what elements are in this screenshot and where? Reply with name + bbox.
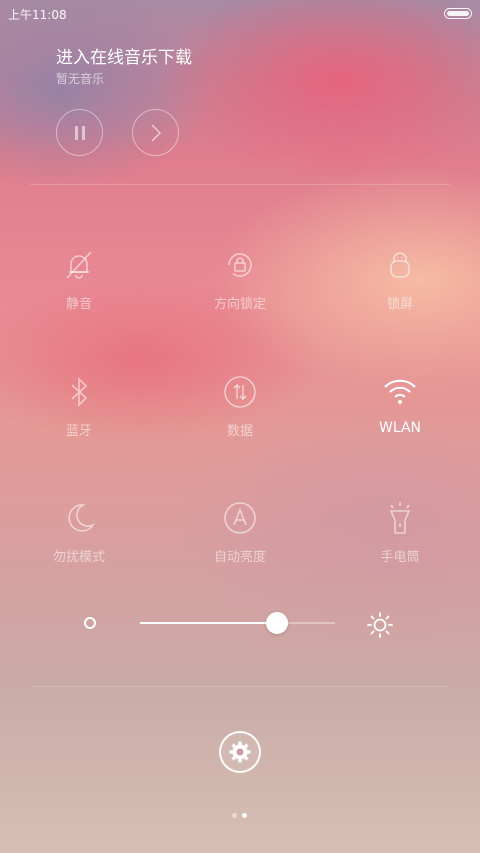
status-time: 上午11:08 bbox=[8, 8, 67, 22]
next-button[interactable] bbox=[132, 109, 179, 156]
toggle-label: 手电筒 bbox=[380, 550, 420, 565]
music-title[interactable]: 进入在线音乐下载 bbox=[56, 43, 192, 68]
divider bbox=[30, 686, 450, 687]
toggle-mobile-data[interactable]: 数据 bbox=[185, 374, 295, 454]
toggle-label: 锁屏 bbox=[386, 297, 413, 312]
toggle-label: 数据 bbox=[226, 424, 253, 439]
toggle-flashlight[interactable]: 手电筒 bbox=[345, 500, 455, 580]
toggle-label: 方向锁定 bbox=[213, 297, 266, 312]
toggle-do-not-disturb[interactable]: 勿扰模式 bbox=[24, 500, 134, 580]
music-subtitle: 暂无音乐 bbox=[56, 72, 105, 86]
toggle-label: 静音 bbox=[65, 297, 92, 312]
toggle-label: WLAN bbox=[378, 420, 421, 436]
brightness-slider[interactable] bbox=[140, 622, 335, 624]
toggle-rotation-lock[interactable]: 方向锁定 bbox=[185, 247, 295, 327]
toggle-auto-brightness[interactable]: 自动亮度 bbox=[185, 500, 295, 580]
status-bar: 上午11:08 bbox=[0, 0, 480, 26]
chevron-right-icon bbox=[150, 123, 161, 142]
lock-icon bbox=[390, 252, 410, 278]
moon-icon bbox=[68, 504, 96, 532]
gear-icon bbox=[229, 741, 251, 763]
bell-off-icon bbox=[66, 251, 92, 279]
pause-button[interactable] bbox=[56, 109, 103, 156]
toggle-label: 自动亮度 bbox=[213, 550, 266, 565]
toggle-label: 勿扰模式 bbox=[52, 550, 105, 565]
toggle-label: 蓝牙 bbox=[65, 424, 92, 439]
settings-button[interactable] bbox=[219, 731, 261, 773]
toggle-mute[interactable]: 静音 bbox=[24, 247, 134, 327]
brightness-low-icon bbox=[84, 617, 96, 629]
bluetooth-icon bbox=[71, 377, 88, 407]
brightness-high-icon bbox=[367, 612, 393, 638]
auto-brightness-icon bbox=[224, 502, 256, 534]
page-dot-active[interactable] bbox=[242, 813, 247, 818]
page-indicator bbox=[228, 812, 252, 820]
page-dot[interactable] bbox=[232, 813, 237, 818]
toggle-wlan[interactable]: WLAN bbox=[345, 374, 455, 454]
flashlight-icon bbox=[389, 502, 411, 534]
brightness-slider-fill bbox=[140, 622, 277, 624]
battery-icon bbox=[444, 8, 472, 19]
rotation-lock-icon bbox=[228, 253, 252, 277]
toggle-lock-screen[interactable]: 锁屏 bbox=[345, 247, 455, 327]
toggle-bluetooth[interactable]: 蓝牙 bbox=[24, 374, 134, 454]
pause-icon bbox=[74, 125, 85, 140]
wifi-icon bbox=[384, 379, 416, 404]
brightness-slider-thumb[interactable] bbox=[265, 612, 288, 634]
mobile-data-icon bbox=[224, 376, 256, 408]
divider bbox=[30, 184, 450, 185]
